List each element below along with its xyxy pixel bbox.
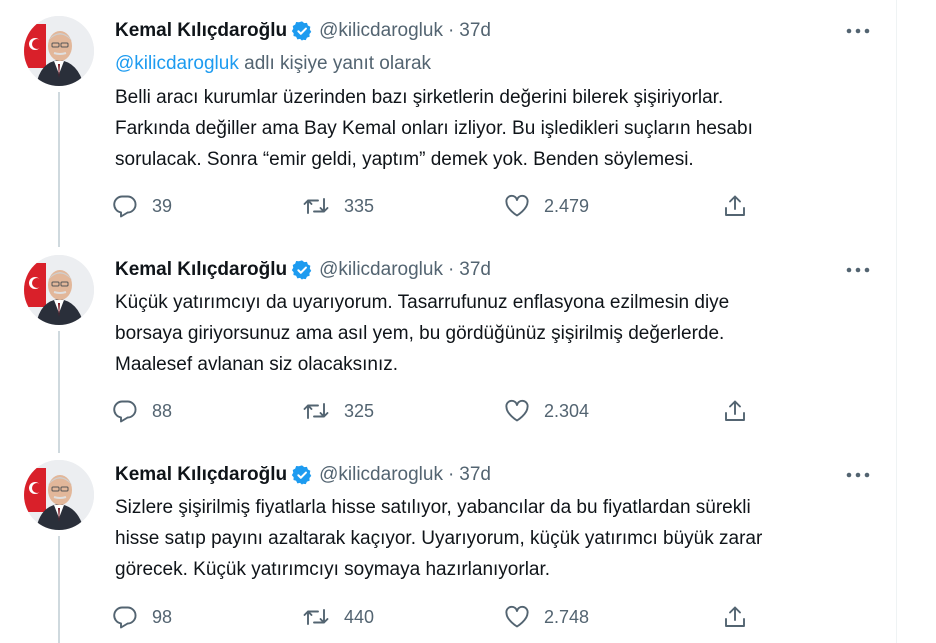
separator-dot: · (447, 464, 455, 485)
reply-count: 98 (152, 606, 173, 627)
avatar[interactable] (24, 460, 94, 530)
like-count: 2.479 (544, 195, 590, 216)
share-button[interactable] (722, 398, 748, 424)
tweet-header: Kemal Kılıçdaroğlu @kilicdarogluk · 37d (115, 462, 491, 488)
author-handle[interactable]: @kilicdarogluk (319, 20, 443, 42)
retweet-button[interactable]: 440 (302, 604, 374, 630)
tweet-actions: 88 325 2.304 (112, 398, 762, 424)
retweet-icon (302, 194, 330, 218)
tweet-actions: 39 335 2.479 (112, 193, 762, 219)
timestamp[interactable]: 37d (459, 20, 491, 42)
verified-badge-icon (291, 259, 313, 281)
avatar[interactable] (24, 16, 94, 86)
author-name[interactable]: Kemal Kılıçdaroğlu (115, 259, 287, 281)
author-handle[interactable]: @kilicdarogluk (319, 464, 443, 486)
author-name[interactable]: Kemal Kılıçdaroğlu (115, 464, 287, 486)
separator-dot: · (447, 20, 455, 41)
tweet[interactable]: Kemal Kılıçdaroğlu @kilicdarogluk · 37d … (0, 450, 896, 643)
retweet-button[interactable]: 335 (302, 193, 374, 219)
tweet-text: Belli aracı kurumlar üzerinden bazı şirk… (115, 87, 753, 170)
verified-badge-icon (291, 464, 313, 486)
like-count: 2.304 (544, 400, 590, 421)
tweet-actions: 98 440 2.748 (112, 604, 762, 630)
reply-icon (112, 194, 138, 218)
like-icon (504, 194, 530, 218)
reply-button[interactable]: 39 (112, 193, 172, 219)
tweet[interactable]: Kemal Kılıçdaroğlu @kilicdarogluk · 37d … (0, 245, 896, 450)
reply-button[interactable]: 88 (112, 398, 172, 424)
more-icon[interactable] (845, 260, 871, 280)
like-icon (504, 605, 530, 629)
author-handle[interactable]: @kilicdarogluk (319, 259, 443, 281)
like-count: 2.748 (544, 606, 590, 627)
timestamp[interactable]: 37d (459, 464, 491, 486)
retweet-count: 325 (344, 400, 375, 421)
column-divider (896, 0, 897, 643)
reply-icon (112, 605, 138, 629)
like-button[interactable]: 2.479 (504, 193, 589, 219)
like-button[interactable]: 2.304 (504, 398, 589, 424)
avatar[interactable] (24, 255, 94, 325)
share-icon (722, 194, 748, 218)
share-button[interactable] (722, 193, 748, 219)
retweet-count: 440 (344, 606, 375, 627)
separator-dot: · (447, 259, 455, 280)
tweet[interactable]: Kemal Kılıçdaroğlu @kilicdarogluk · 37d … (0, 0, 896, 245)
verified-badge-icon (291, 20, 313, 42)
tweet-header: Kemal Kılıçdaroğlu @kilicdarogluk · 37d (115, 257, 491, 283)
tweet-header: Kemal Kılıçdaroğlu @kilicdarogluk · 37d (115, 18, 491, 44)
timestamp[interactable]: 37d (459, 259, 491, 281)
reply-button[interactable]: 98 (112, 604, 172, 630)
reply-count: 39 (152, 195, 173, 216)
retweet-icon (302, 399, 330, 423)
share-button[interactable] (722, 604, 748, 630)
reply-count: 88 (152, 400, 173, 421)
reply-context: @kilicdarogluk adlı kişiye yanıt olarak (115, 53, 431, 75)
more-icon[interactable] (845, 465, 871, 485)
like-button[interactable]: 2.748 (504, 604, 589, 630)
more-icon[interactable] (845, 21, 871, 41)
share-icon (722, 399, 748, 423)
reply-mention-link[interactable]: @kilicdarogluk (115, 53, 239, 74)
author-name[interactable]: Kemal Kılıçdaroğlu (115, 20, 287, 42)
reply-context-text: adlı kişiye yanıt olarak (238, 53, 432, 74)
like-icon (504, 399, 530, 423)
share-icon (722, 605, 748, 629)
retweet-count: 335 (344, 195, 375, 216)
reply-icon (112, 399, 138, 423)
retweet-icon (302, 605, 330, 629)
tweet-text: Sizlere şişirilmiş fiyatlarla hisse satı… (115, 497, 763, 580)
tweet-text: Küçük yatırımcıyı da uyarıyorum. Tasarru… (115, 292, 730, 375)
retweet-button[interactable]: 325 (302, 398, 374, 424)
